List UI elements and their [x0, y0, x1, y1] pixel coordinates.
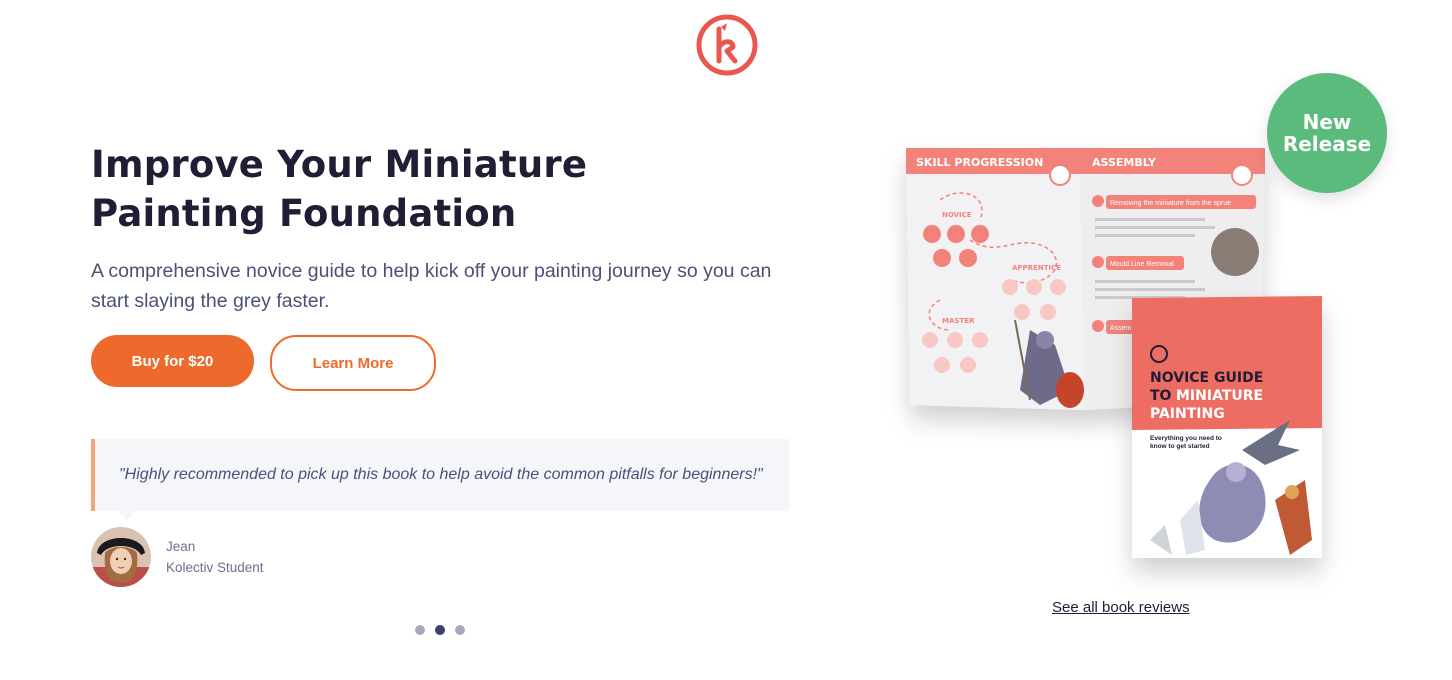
learn-more-button[interactable]: Learn More — [270, 335, 436, 391]
avatar — [91, 527, 151, 587]
cover-title-highlight: MINIATURE — [1176, 388, 1263, 404]
right-page-heading: ASSEMBLY — [1092, 156, 1157, 169]
buy-button[interactable]: Buy for $20 — [91, 335, 254, 387]
author-name: Jean — [166, 539, 196, 554]
level-novice: NOVICE — [942, 211, 972, 219]
testimonial-text: "Highly recommended to pick up this book… — [119, 466, 763, 483]
testimonial-quote: "Highly recommended to pick up this book… — [91, 439, 789, 511]
cover-title-to: TO — [1150, 388, 1172, 404]
kolectiv-logo-icon[interactable] — [695, 13, 759, 77]
assembly-step1: Removing the miniature from the sprue — [1110, 200, 1231, 207]
testimonial-author: Jean Kolectiv Student — [91, 527, 264, 587]
cover-title-line1: NOVICE GUIDE — [1150, 370, 1263, 386]
hero-subtitle: A comprehensive novice guide to help kic… — [91, 260, 772, 312]
see-all-reviews-link[interactable]: See all book reviews — [1052, 599, 1190, 616]
badge-line2: Release — [1282, 132, 1372, 156]
level-apprentice: APPRENTICE — [1012, 264, 1061, 272]
hero-section: Improve Your Miniature Painting Foundati… — [91, 140, 791, 316]
cover-subtitle-line2: know to get started — [1150, 443, 1210, 450]
assembly-step2: Mould Line Removal — [1110, 261, 1174, 268]
assembly-step3: Assem — [1110, 325, 1132, 332]
carousel-dot-2[interactable] — [435, 625, 445, 635]
book-illustration: SKILL PROGRESSION ASSEMBLY NOVICE APPREN… — [906, 148, 1322, 558]
hero-title: Improve Your Miniature Painting Foundati… — [91, 140, 611, 238]
cover-title-line3: PAINTING — [1150, 406, 1225, 422]
level-master: MASTER — [942, 317, 975, 325]
badge-line1: New — [1302, 110, 1352, 134]
quote-tail — [118, 511, 136, 520]
new-release-badge: New Release — [1267, 73, 1387, 193]
hero-title-line2: Painting Foundation — [91, 192, 517, 235]
cta-buttons: Buy for $20 Learn More — [91, 335, 436, 391]
carousel-dot-1[interactable] — [415, 625, 425, 635]
carousel-dot-3[interactable] — [455, 625, 465, 635]
carousel-dots — [415, 625, 465, 635]
cover-subtitle-line1: Everything you need to — [1150, 435, 1222, 442]
author-role: Kolectiv Student — [166, 560, 264, 575]
left-page-heading: SKILL PROGRESSION — [916, 156, 1043, 169]
hero-title-line1: Improve Your Miniature — [91, 143, 588, 186]
